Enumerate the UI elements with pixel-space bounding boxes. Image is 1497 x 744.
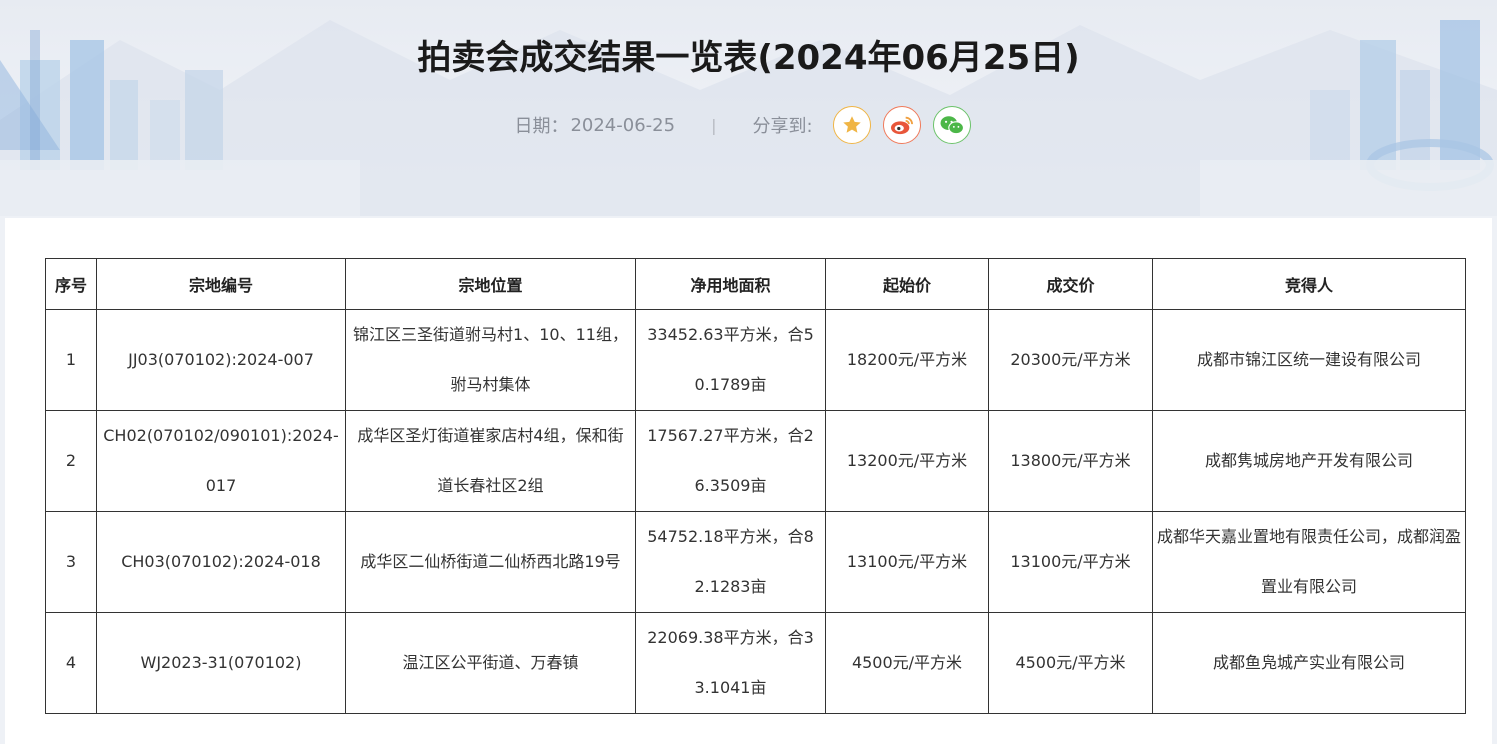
cell-index: 3 <box>45 511 97 613</box>
header-winning-bidder: 竞得人 <box>1152 258 1466 310</box>
table-row: 3 CH03(070102):2024-018 成华区二仙桥街道二仙桥西北路19… <box>45 511 1466 613</box>
table-row: 1 JJ03(070102):2024-007 锦江区三圣街道驸马村1、10、1… <box>45 309 1466 411</box>
meta-divider: | <box>711 115 717 135</box>
cell-final-price: 13100元/平方米 <box>988 511 1153 613</box>
cell-parcel-location: 锦江区三圣街道驸马村1、10、11组，驸马村集体 <box>345 309 636 411</box>
cell-final-price: 13800元/平方米 <box>988 410 1153 512</box>
cell-parcel-location: 成华区圣灯街道崔家店村4组，保和街道长春社区2组 <box>345 410 636 512</box>
cell-starting-price: 13100元/平方米 <box>825 511 989 613</box>
cell-parcel-code: CH02(070102/090101):2024-017 <box>96 410 346 512</box>
cell-parcel-location: 温江区公平街道、万春镇 <box>345 612 636 714</box>
cell-final-price: 20300元/平方米 <box>988 309 1153 411</box>
cell-net-area: 17567.27平方米，合26.3509亩 <box>635 410 826 512</box>
header-starting-price: 起始价 <box>825 258 989 310</box>
cell-parcel-code: JJ03(070102):2024-007 <box>96 309 346 411</box>
page-title: 拍卖会成交结果一览表(2024年06月25日) <box>417 38 1080 78</box>
cell-index: 1 <box>45 309 97 411</box>
table-row: 2 CH02(070102/090101):2024-017 成华区圣灯街道崔家… <box>45 410 1466 512</box>
header-parcel-code: 宗地编号 <box>96 258 346 310</box>
header-net-area: 净用地面积 <box>635 258 826 310</box>
share-wechat-button[interactable] <box>932 106 971 144</box>
date-label: 日期： <box>514 116 569 137</box>
header-final-price: 成交价 <box>988 258 1153 310</box>
wechat-icon <box>940 116 964 135</box>
star-icon <box>842 116 861 133</box>
cell-parcel-code: CH03(070102):2024-018 <box>96 511 346 613</box>
cell-net-area: 33452.63平方米，合50.1789亩 <box>635 309 826 411</box>
header-parcel-location: 宗地位置 <box>345 258 636 310</box>
content-panel: 序号 宗地编号 宗地位置 净用地面积 起始价 成交价 竞得人 1 JJ03(07… <box>5 218 1492 744</box>
header-index: 序号 <box>45 258 97 310</box>
share-weibo-button[interactable] <box>882 106 921 144</box>
weibo-icon <box>890 116 913 135</box>
cell-net-area: 54752.18平方米，合82.1283亩 <box>635 511 826 613</box>
share-label: 分享到: <box>752 116 813 137</box>
header-banner: 拍卖会成交结果一览表(2024年06月25日) 日期： 2024-06-25 |… <box>0 0 1497 216</box>
cell-starting-price: 13200元/平方米 <box>825 410 989 512</box>
cell-starting-price: 18200元/平方米 <box>825 309 989 411</box>
cell-winning-bidder: 成都隽城房地产开发有限公司 <box>1152 410 1466 512</box>
table-row: 4 WJ2023-31(070102) 温江区公平街道、万春镇 22069.38… <box>45 612 1466 714</box>
share-favorite-button[interactable] <box>832 106 871 144</box>
cell-parcel-code: WJ2023-31(070102) <box>96 612 346 714</box>
auction-results-table: 序号 宗地编号 宗地位置 净用地面积 起始价 成交价 竞得人 1 JJ03(07… <box>45 258 1466 714</box>
cell-winning-bidder: 成都华天嘉业置地有限责任公司，成都润盈置业有限公司 <box>1152 511 1466 613</box>
meta-bar: 日期： 2024-06-25 | 分享到: <box>0 103 1497 147</box>
cell-final-price: 4500元/平方米 <box>988 612 1153 714</box>
date-value: 2024-06-25 <box>570 114 676 136</box>
cell-winning-bidder: 成都鱼凫城产实业有限公司 <box>1152 612 1466 714</box>
cell-net-area: 22069.38平方米，合33.1041亩 <box>635 612 826 714</box>
cell-winning-bidder: 成都市锦江区统一建设有限公司 <box>1152 309 1466 411</box>
table-header-row: 序号 宗地编号 宗地位置 净用地面积 起始价 成交价 竞得人 <box>45 258 1466 310</box>
cell-parcel-location: 成华区二仙桥街道二仙桥西北路19号 <box>345 511 636 613</box>
cell-index: 2 <box>45 410 97 512</box>
cell-index: 4 <box>45 612 97 714</box>
cell-starting-price: 4500元/平方米 <box>825 612 989 714</box>
